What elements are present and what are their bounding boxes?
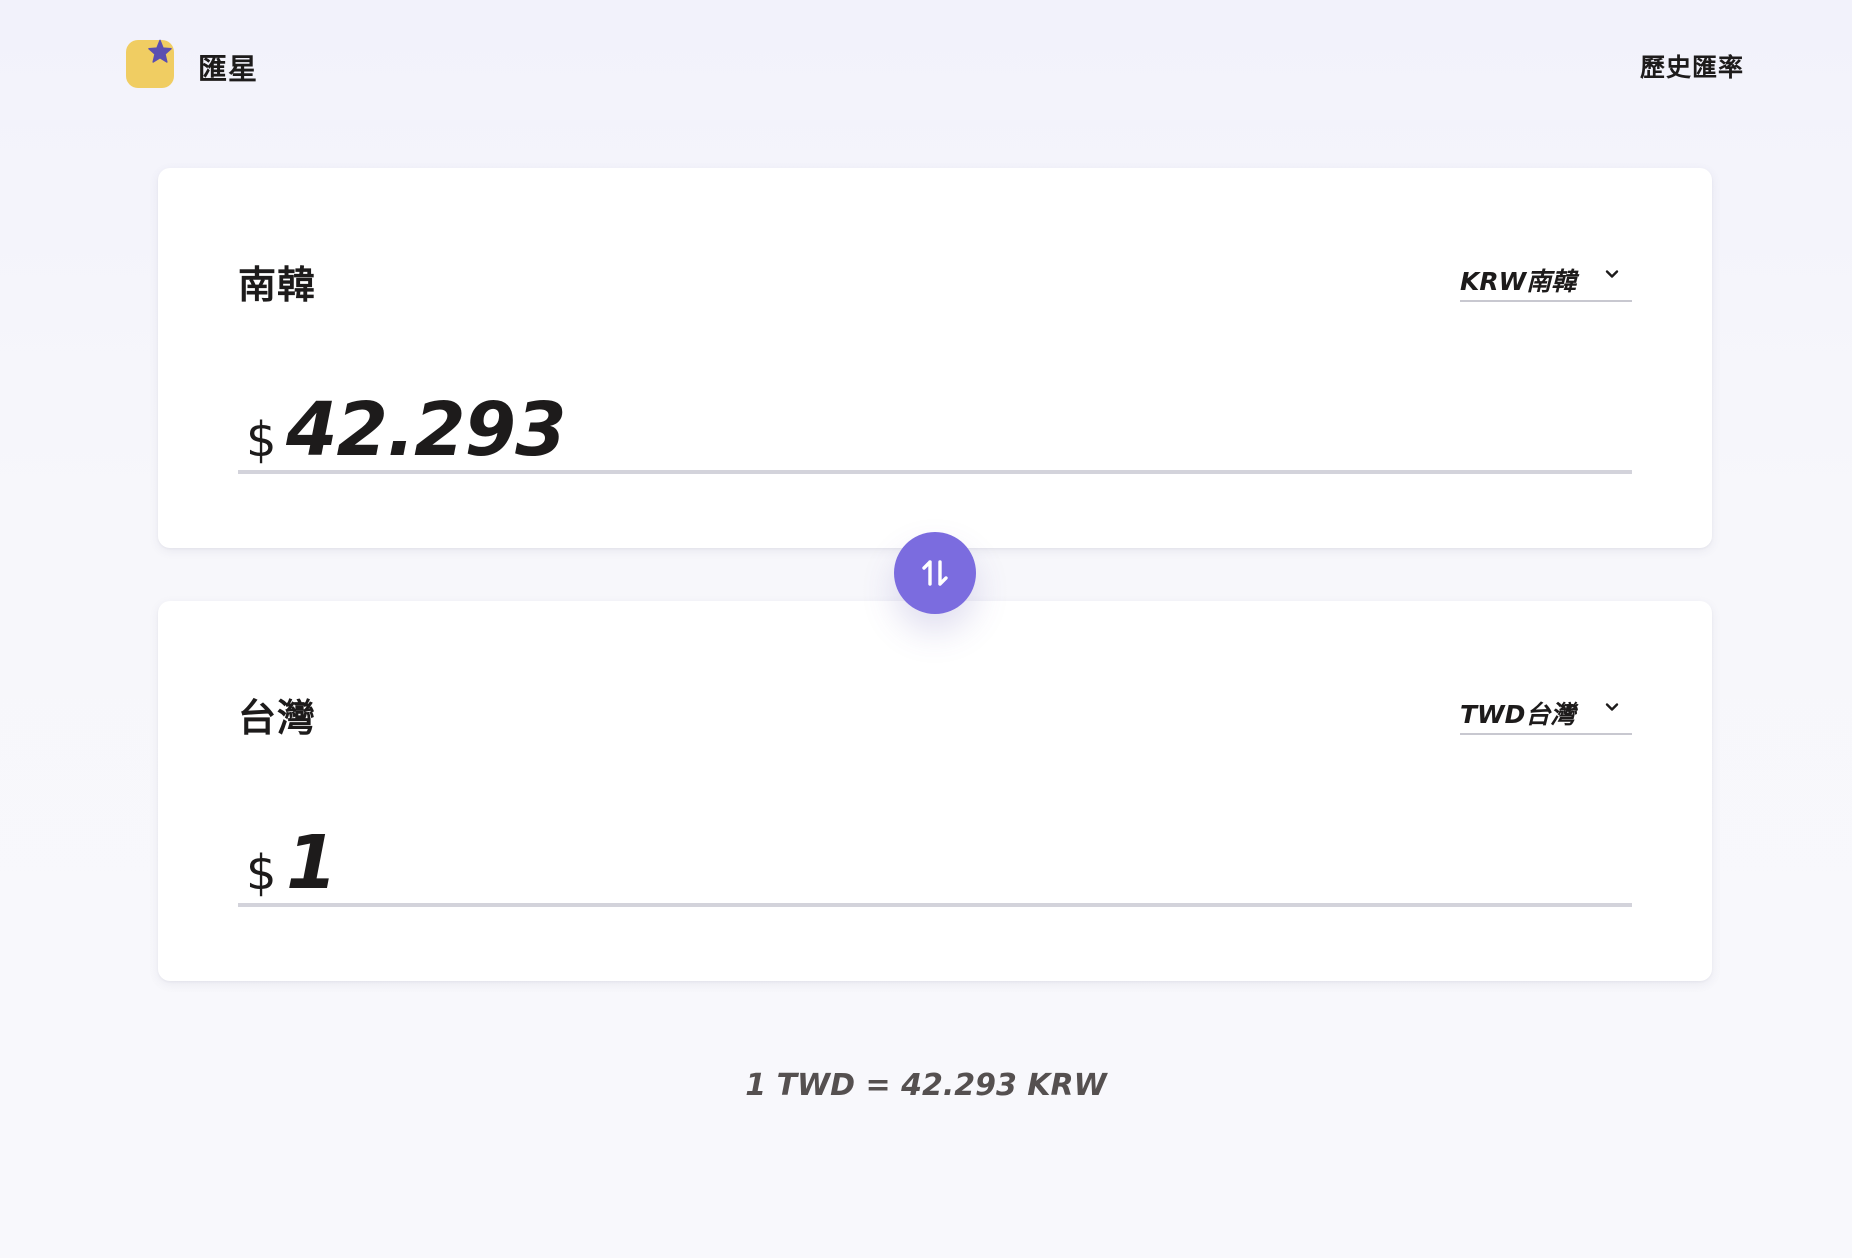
to-currency-selected-value: TWD台灣 — [1460, 700, 1576, 729]
app-header: 匯星 歷史匯率 — [0, 0, 1852, 130]
to-currency-card: 台灣 TWD台灣 $ 1 — [158, 601, 1712, 981]
to-amount-value[interactable]: 1 — [286, 823, 337, 903]
from-currency-symbol: $ — [246, 412, 277, 468]
chevron-down-icon — [1605, 270, 1619, 278]
history-rates-link[interactable]: 歷史匯率 — [1640, 48, 1744, 84]
from-amount-field[interactable]: $ 42.293 — [238, 390, 1632, 474]
to-currency-title: 台灣 — [238, 696, 317, 740]
to-currency-symbol: $ — [246, 845, 277, 901]
app-logo[interactable] — [126, 39, 174, 88]
swap-vertical-icon — [922, 560, 948, 586]
swap-currencies-button[interactable] — [894, 532, 976, 614]
from-currency-title: 南韓 — [238, 263, 317, 307]
to-currency-select[interactable]: TWD台灣 — [1460, 693, 1632, 735]
from-currency-card: 南韓 KRW南韓 $ 42.293 — [158, 168, 1712, 548]
star-icon — [148, 39, 172, 63]
chevron-down-icon — [1605, 703, 1619, 711]
brand-name: 匯星 — [198, 52, 259, 86]
from-currency-select[interactable]: KRW南韓 — [1460, 260, 1632, 302]
from-currency-selected-value: KRW南韓 — [1460, 267, 1577, 296]
exchange-rate-summary: 1 TWD = 42.293 KRW — [745, 1068, 1107, 1103]
to-amount-field[interactable]: $ 1 — [238, 823, 1632, 907]
from-amount-value[interactable]: 42.293 — [286, 390, 567, 470]
